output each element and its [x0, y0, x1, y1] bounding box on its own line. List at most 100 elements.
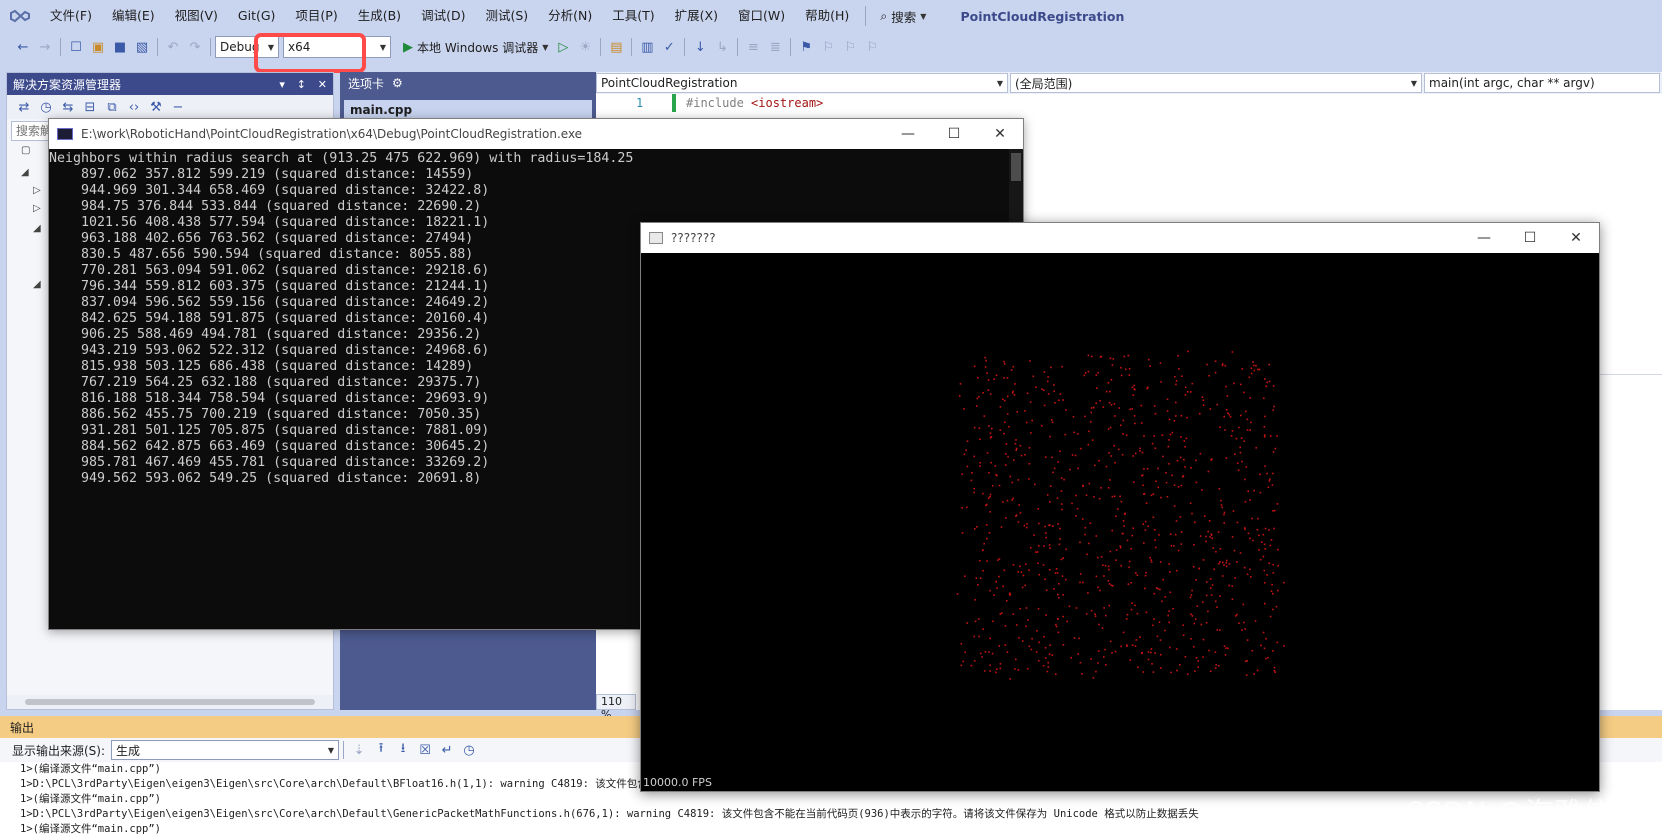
cloud-point [1159, 588, 1161, 591]
menu-edit[interactable]: 编辑(E) [102, 0, 165, 32]
chevron-down-icon[interactable]: ▾ [279, 78, 285, 91]
menu-analyze[interactable]: 分析(N) [538, 0, 602, 32]
open-file-icon[interactable]: ▣ [87, 36, 109, 58]
layout-icon[interactable]: ▥ [636, 36, 658, 58]
bookmark-next-icon[interactable]: ⚐ [839, 36, 861, 58]
project-scope-select[interactable]: PointCloudRegistration ▼ [596, 73, 1008, 93]
code-view-icon[interactable]: ‹› [123, 96, 145, 118]
cloud-point [1202, 399, 1205, 401]
menu-test[interactable]: 测试(S) [475, 0, 538, 32]
step-into-icon[interactable]: ↓ [689, 36, 711, 58]
cloud-point [1230, 435, 1233, 437]
menu-view[interactable]: 视图(V) [165, 0, 228, 32]
browser-link-icon[interactable]: ▤ [605, 36, 627, 58]
preview-icon[interactable]: − [167, 96, 189, 118]
cloud-point [979, 462, 982, 464]
maximize-icon[interactable]: ☐ [1507, 223, 1553, 253]
cloud-point [1071, 454, 1074, 456]
history-icon[interactable]: ◷ [35, 96, 57, 118]
navigate-back-icon[interactable]: ← [12, 36, 34, 58]
maximize-icon[interactable]: ☐ [931, 119, 977, 149]
comment-icon[interactable]: ≡ [742, 36, 764, 58]
step-over-icon[interactable]: ↳ [711, 36, 733, 58]
cloud-point [1144, 587, 1146, 590]
cloud-point [1027, 619, 1029, 621]
hot-reload-icon[interactable]: ☀ [574, 36, 596, 58]
spell-check-icon[interactable]: ✓ [658, 36, 680, 58]
start-debugging-button[interactable]: ▶ 本地 Windows 调试器 ▼ [399, 39, 552, 56]
pin-icon[interactable]: ↕ [297, 78, 306, 91]
tree-expand-arrow[interactable]: ◢ [21, 167, 29, 178]
prev-message-icon[interactable]: ⭱ [370, 739, 392, 761]
solution-explorer-search-input[interactable] [11, 121, 51, 141]
find-message-icon[interactable]: ⇣ [348, 739, 370, 761]
new-project-icon[interactable]: ☐ [65, 36, 87, 58]
member-select[interactable]: main(int argc, char ** argv) [1424, 73, 1660, 93]
menu-tools[interactable]: 工具(T) [602, 0, 664, 32]
word-wrap-icon[interactable]: ↵ [436, 739, 458, 761]
cloud-point [1059, 393, 1062, 395]
minimize-icon[interactable]: — [885, 119, 931, 149]
properties-icon[interactable]: ⚒ [145, 96, 167, 118]
bookmark-prev-icon[interactable]: ⚐ [817, 36, 839, 58]
show-all-files-icon[interactable]: ⧉ [101, 96, 123, 118]
visual-studio-logo-icon[interactable] [0, 0, 40, 32]
tree-collapse-arrow[interactable]: ▷ [33, 203, 41, 214]
tree-collapse-arrow[interactable]: ▷ [33, 185, 41, 196]
save-all-icon[interactable]: ▧ [131, 36, 153, 58]
solution-explorer-hscrollbar[interactable] [7, 695, 333, 709]
cloud-point [1200, 623, 1203, 626]
clear-all-icon[interactable]: ☒ [414, 739, 436, 761]
tree-expand-arrow[interactable]: ◢ [33, 223, 41, 234]
close-icon[interactable]: ✕ [977, 119, 1023, 149]
bookmark-icon[interactable]: ⚑ [795, 36, 817, 58]
start-without-debugging-icon[interactable]: ▷ [552, 36, 574, 58]
cloud-point [1011, 481, 1014, 484]
gear-icon[interactable]: ⚙ [392, 76, 403, 90]
redo-icon[interactable]: ↷ [184, 36, 206, 58]
minimize-icon[interactable]: — [1461, 223, 1507, 253]
menu-window[interactable]: 窗口(W) [728, 0, 795, 32]
tree-expand-arrow[interactable]: ◢ [33, 279, 41, 290]
menu-help[interactable]: 帮助(H) [795, 0, 859, 32]
save-icon[interactable]: ■ [109, 36, 131, 58]
cloud-point [1139, 447, 1141, 450]
bookmark-clear-icon[interactable]: ⚐ [861, 36, 883, 58]
global-scope-select[interactable]: (全局范围) ▼ [1010, 73, 1422, 93]
viewer-titlebar[interactable]: ??????? — ☐ ✕ [641, 223, 1599, 253]
cloud-point [1220, 504, 1223, 506]
navigate-forward-icon[interactable]: → [34, 36, 56, 58]
undo-icon[interactable]: ↶ [162, 36, 184, 58]
zoom-level[interactable]: 110 % [596, 694, 636, 721]
menu-file[interactable]: 文件(F) [40, 0, 102, 32]
console-titlebar[interactable]: E:\work\RoboticHand\PointCloudRegistrati… [49, 119, 1023, 149]
uncomment-icon[interactable]: ≣ [764, 36, 786, 58]
output-source-select[interactable]: 生成 ▼ [111, 740, 340, 760]
tab-main-cpp[interactable]: main.cpp [344, 100, 592, 120]
switch-views-icon[interactable]: ⇆ [57, 96, 79, 118]
solution-configuration-select[interactable]: Debug ▼ [215, 36, 279, 58]
menu-extensions[interactable]: 扩展(X) [665, 0, 728, 32]
point-cloud-viewer-window[interactable]: ??????? — ☐ ✕ 10000.0 FPS [640, 222, 1600, 792]
scrollbar-thumb[interactable] [25, 699, 315, 705]
cloud-point [1015, 624, 1018, 626]
next-message-icon[interactable]: ⭳ [392, 739, 414, 761]
menu-git[interactable]: Git(G) [228, 0, 286, 32]
sync-icon[interactable]: ⇄ [13, 96, 35, 118]
point-cloud-canvas[interactable] [641, 253, 1599, 791]
solution-platform-select[interactable]: x64 ▼ [283, 36, 391, 58]
close-icon[interactable]: ✕ [318, 78, 327, 91]
tree-solution-node[interactable]: ▢ [21, 145, 30, 156]
search-button[interactable]: ⌕ 搜索 ▼ [872, 7, 934, 26]
cloud-point [1126, 644, 1128, 646]
cloud-point [1243, 440, 1245, 442]
collapse-all-icon[interactable]: ⊟ [79, 96, 101, 118]
menu-project[interactable]: 项目(P) [285, 0, 347, 32]
menu-debug[interactable]: 调试(D) [411, 0, 475, 32]
menu-build[interactable]: 生成(B) [348, 0, 411, 32]
close-icon[interactable]: ✕ [1553, 223, 1599, 253]
cloud-point [1179, 456, 1182, 459]
scrollbar-thumb[interactable] [1011, 153, 1021, 181]
cloud-point [974, 620, 977, 623]
timestamp-icon[interactable]: ◷ [458, 739, 480, 761]
